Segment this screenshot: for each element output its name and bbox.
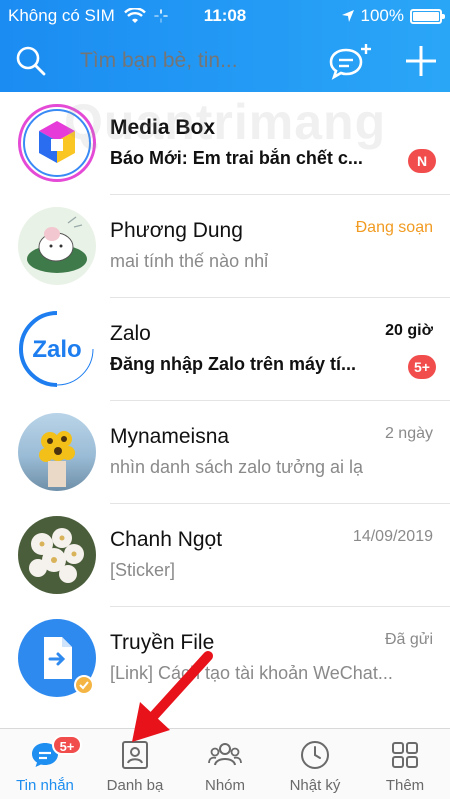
conversation-time: 20 giờ [385, 322, 433, 339]
battery-percent: 100% [360, 6, 404, 25]
zalo-avatar: Zalo [18, 310, 96, 388]
conversation-preview: Báo Mới: Em trai bắn chết c... [110, 148, 363, 168]
conversation-time: 2 ngày [384, 425, 433, 442]
unread-badge: N [408, 149, 436, 173]
conversation-name: Mynameisna [110, 425, 230, 448]
plus-icon[interactable] [402, 42, 440, 80]
search-icon[interactable] [14, 44, 48, 78]
battery-icon [410, 8, 445, 24]
top-bar: Không có SIM 11:08 100% [0, 0, 450, 92]
tab-label: Nhóm [204, 777, 245, 794]
media-box-avatar [18, 104, 96, 182]
conversation-name: Chanh Ngọt [110, 528, 223, 551]
conversation-row[interactable]: Phương Dung mai tính thế nào nhỉ Đang so… [0, 195, 450, 298]
conversation-preview: nhìn danh sách zalo tưởng ai lạ [110, 457, 364, 477]
conversation-time: 14/09/2019 [352, 528, 433, 545]
sunflower-avatar [18, 413, 96, 491]
unread-badge: 5+ [408, 355, 436, 379]
bottom-tab-bar: 5+ Tin nhắn Danh bạ Nhóm Nhật ký Thêm [0, 728, 450, 799]
tab-label: Nhật ký [289, 777, 341, 794]
conversation-row[interactable]: Chanh Ngọt [Sticker] 14/09/2019 [0, 504, 450, 607]
conversation-name: Media Box [110, 116, 216, 139]
flowers-avatar [18, 516, 96, 594]
typing-status: Đang soạn [355, 219, 433, 236]
chat-plus-icon[interactable] [328, 42, 374, 82]
conversation-name: Phương Dung [110, 219, 243, 242]
conversation-name: Zalo [110, 322, 151, 345]
tab-label: Thêm [385, 777, 425, 794]
conversation-preview: [Sticker] [110, 560, 176, 580]
tab-label: Tin nhắn [16, 777, 74, 794]
search-row [0, 36, 450, 88]
sent-status: Đã gửi [384, 631, 433, 648]
tab-timeline[interactable]: Nhật ký [270, 729, 360, 799]
status-right: 100% [341, 6, 445, 26]
clock-icon [301, 741, 329, 769]
sticker-avatar [18, 207, 96, 285]
svg-text:Zalo: Zalo [32, 336, 81, 363]
grid-icon [392, 742, 418, 768]
tab-unread-badge: 5+ [52, 735, 82, 755]
conversation-preview: mai tính thế nào nhỉ [110, 251, 269, 271]
conversation-list: Media Box Báo Mới: Em trai bắn chết c...… [0, 92, 450, 728]
conversation-preview: Đăng nhập Zalo trên máy tí... [110, 354, 357, 374]
tab-messages[interactable]: 5+ Tin nhắn [0, 729, 90, 799]
conversation-row[interactable]: Media Box Báo Mới: Em trai bắn chết c...… [0, 92, 450, 195]
tab-label: Danh bạ [106, 777, 164, 794]
conversation-row[interactable]: Zalo Zalo Đăng nhập Zalo trên máy tí... … [0, 298, 450, 401]
file-transfer-avatar [18, 619, 96, 697]
search-input[interactable] [80, 49, 310, 73]
annotation-arrow-icon [132, 651, 213, 742]
conversation-row[interactable]: Mynameisna nhìn danh sách zalo tưởng ai … [0, 401, 450, 504]
conversation-row[interactable]: Truyền File [Link] Cách tạo tài khoản We… [0, 607, 450, 710]
verified-check-icon [74, 675, 94, 695]
status-bar: Không có SIM 11:08 100% [0, 0, 450, 32]
tab-more[interactable]: Thêm [360, 729, 450, 799]
location-arrow-icon [341, 10, 354, 22]
